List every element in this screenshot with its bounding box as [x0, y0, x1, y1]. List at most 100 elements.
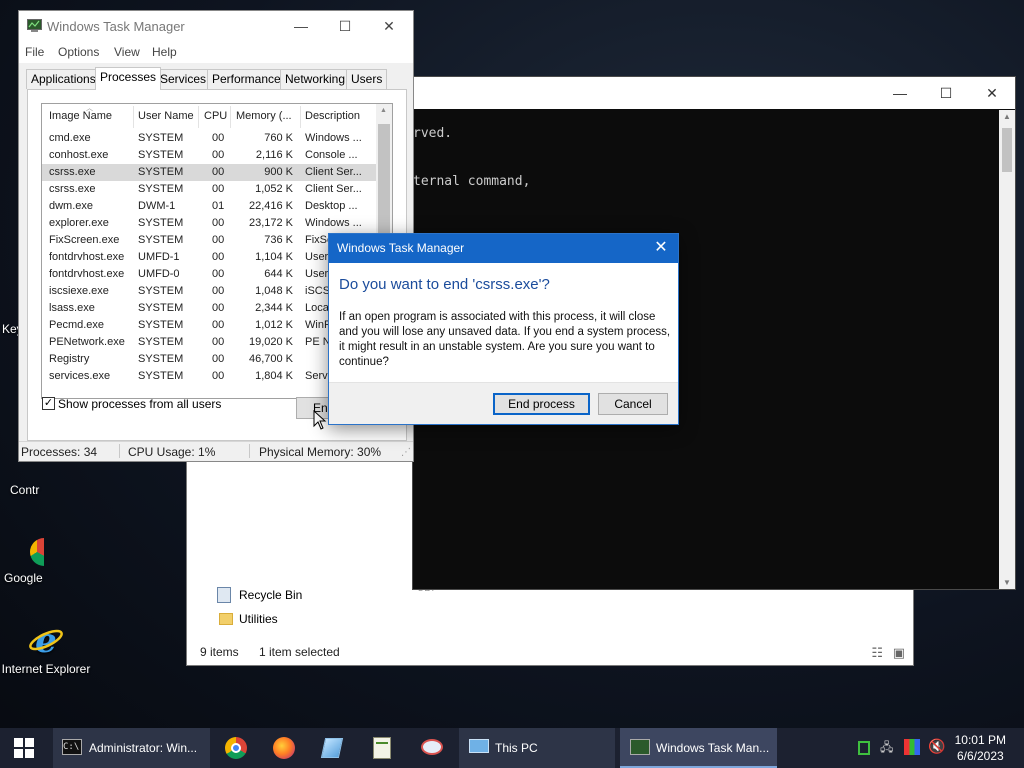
process-cell-desc: Desktop ... — [305, 200, 358, 212]
process-cell-user: SYSTEM — [138, 370, 184, 382]
chrome-desktop-icon[interactable] — [30, 538, 44, 566]
taskmgr-titlebar[interactable]: Windows Task Manager — ☐ ✕ — [19, 11, 413, 41]
desktop-label-partial[interactable]: Google — [4, 571, 43, 585]
taskbar-cmd-button[interactable]: C:\ Administrator: Win... — [53, 728, 210, 768]
maximize-button[interactable]: ☐ — [923, 83, 969, 103]
column-header-user-name[interactable]: User Name — [138, 110, 194, 122]
column-divider[interactable] — [198, 106, 199, 128]
process-row[interactable]: dwm.exe DWM-1 01 22,416 K Desktop ... — [42, 198, 376, 215]
scroll-up-icon[interactable]: ▲ — [380, 107, 387, 114]
status-divider — [249, 444, 250, 458]
end-process-dialog[interactable]: Windows Task Manager ✕ Do you want to en… — [328, 233, 679, 425]
column-divider[interactable] — [230, 106, 231, 128]
close-button[interactable]: ✕ — [369, 16, 409, 36]
minimize-button[interactable]: — — [877, 83, 923, 103]
cmd-titlebar[interactable]: — ☐ ✕ — [413, 77, 1015, 109]
menu-options[interactable]: Options — [58, 45, 99, 59]
process-row[interactable]: FixScreen.exe SYSTEM 00 736 K FixSc — [42, 232, 376, 249]
resize-grip-icon[interactable]: ⋰ — [401, 447, 411, 458]
desktop-icon-internet-explorer[interactable]: e Internet Explorer — [0, 622, 94, 676]
process-row[interactable]: cmd.exe SYSTEM 00 760 K Windows ... — [42, 130, 376, 147]
show-all-users-checkbox[interactable]: ✓ — [42, 397, 55, 410]
taskbar-taskmgr-button[interactable]: Windows Task Man... — [620, 728, 777, 768]
start-button[interactable] — [0, 728, 48, 768]
process-cell-user: UMFD-0 — [138, 268, 180, 280]
column-header-description[interactable]: Description — [305, 110, 360, 122]
chrome-icon-center — [231, 743, 241, 753]
process-cell-user: SYSTEM — [138, 285, 184, 297]
taskbar-app-button[interactable] — [312, 728, 352, 768]
details-view-icon[interactable]: ☷ — [871, 645, 883, 661]
large-icons-view-icon[interactable]: ▣ — [893, 645, 905, 661]
process-row[interactable]: iscsiexe.exe SYSTEM 00 1,048 KiSCSI — [42, 283, 376, 300]
process-row[interactable]: lsass.exe SYSTEM 00 2,344 K Loca — [42, 300, 376, 317]
process-cell-user: SYSTEM — [138, 319, 184, 331]
taskbar-chrome-button[interactable] — [216, 728, 256, 768]
desktop-label-partial[interactable]: Contr — [10, 483, 39, 497]
battery-icon[interactable] — [858, 741, 870, 755]
menu-file[interactable]: File — [25, 45, 44, 59]
volume-muted-icon[interactable]: 🔇 — [928, 738, 946, 756]
process-cell-name: lsass.exe — [49, 302, 95, 314]
system-clock[interactable]: 10:01 PM 6/6/2023 — [955, 732, 1006, 764]
display-color-icon[interactable] — [904, 739, 920, 755]
firefox-icon — [273, 737, 295, 759]
column-header-cpu[interactable]: CPU — [204, 110, 227, 122]
maximize-button[interactable]: ☐ — [325, 16, 365, 36]
process-row[interactable]: csrss.exe SYSTEM 00 900 K Client Ser... — [42, 164, 376, 181]
tab-applications[interactable]: Applications — [26, 69, 101, 89]
process-row[interactable]: explorer.exe SYSTEM 00 23,172 K Windows ... — [42, 215, 376, 232]
column-divider[interactable] — [300, 106, 301, 128]
scroll-down-icon[interactable]: ▼ — [1003, 578, 1011, 587]
dialog-titlebar[interactable]: Windows Task Manager ✕ — [329, 234, 678, 263]
process-row[interactable]: csrss.exe SYSTEM 00 1,052 K Client Ser... — [42, 181, 376, 198]
minimize-button[interactable]: — — [281, 16, 321, 36]
process-row[interactable]: Pecmd.exe SYSTEM 00 1,012 K WinP — [42, 317, 376, 334]
menu-view[interactable]: View — [114, 45, 140, 59]
process-cell-cpu: 00 — [212, 370, 225, 382]
process-row[interactable]: PENetwork.exe SYSTEM 00 19,020 K PE N — [42, 334, 376, 351]
taskbar-label: Windows Task Man... — [656, 741, 770, 755]
process-cell-user: SYSTEM — [138, 302, 184, 314]
scroll-thumb[interactable] — [1002, 128, 1012, 172]
end-process-confirm-button[interactable]: End process — [493, 393, 590, 415]
process-cell-user: SYSTEM — [138, 336, 184, 348]
process-cell-name: services.exe — [49, 370, 111, 382]
process-cell-mem: 46,700 K — [248, 353, 293, 365]
menu-help[interactable]: Help — [152, 45, 177, 59]
scroll-up-icon[interactable]: ▲ — [1003, 112, 1011, 121]
menu-bar: File Options View Help — [19, 41, 413, 63]
process-row[interactable]: fontdrvhost.exe UMFD-1 00 1,104 K User — [42, 249, 376, 266]
svg-text:e: e — [35, 622, 57, 658]
process-row[interactable]: fontdrvhost.exe UMFD-0 00 644 K User — [42, 266, 376, 283]
tab-services[interactable]: Services — [155, 69, 212, 89]
process-cell-user: UMFD-1 — [138, 251, 180, 263]
process-row[interactable]: Registry SYSTEM 00 46,700 K — [42, 351, 376, 368]
taskbar-label: This PC — [495, 741, 538, 755]
tab-users[interactable]: Users — [346, 69, 388, 89]
process-cell-name: conhost.exe — [49, 149, 109, 161]
taskbar-paint-button[interactable] — [412, 728, 452, 768]
column-divider[interactable] — [133, 106, 134, 128]
tab-networking[interactable]: Networking — [280, 69, 351, 89]
tab-processes[interactable]: Processes — [95, 67, 162, 90]
process-cell-name: explorer.exe — [49, 217, 109, 229]
task-manager-icon — [27, 19, 42, 32]
tab-performance[interactable]: Performance — [207, 69, 286, 89]
column-header-image-name[interactable]: Image Name — [49, 110, 112, 122]
taskbar-firefox-button[interactable] — [264, 728, 304, 768]
column-header-memory[interactable]: Memory (... — [236, 110, 292, 122]
process-row[interactable]: services.exe SYSTEM 00 1,804 K Serv — [42, 368, 376, 385]
internet-explorer-icon: e — [29, 622, 63, 658]
process-cell-user: SYSTEM — [138, 166, 184, 178]
network-icon[interactable]: 🖧 — [880, 738, 898, 756]
cancel-button[interactable]: Cancel — [598, 393, 668, 415]
close-icon[interactable]: ✕ — [650, 238, 672, 258]
cmd-scrollbar[interactable]: ▲ ▼ — [999, 110, 1015, 589]
close-button[interactable]: ✕ — [969, 83, 1015, 103]
taskbar-thispc-button[interactable]: This PC — [459, 728, 615, 768]
taskbar-notepad-button[interactable] — [362, 728, 402, 768]
process-row[interactable]: conhost.exe SYSTEM 00 2,116 K Console ... — [42, 147, 376, 164]
process-cell-cpu: 00 — [212, 149, 225, 161]
process-cell-desc: Windows ... — [305, 217, 362, 229]
